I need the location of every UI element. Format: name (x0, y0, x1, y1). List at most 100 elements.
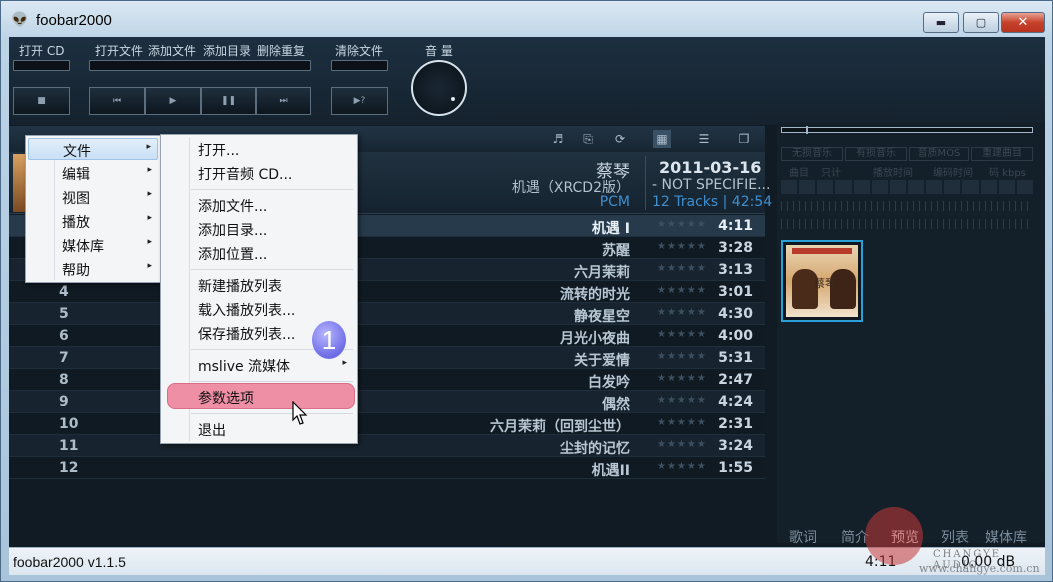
link-library[interactable]: 媒体库 (985, 527, 1027, 547)
export-icon[interactable]: ⎘ (579, 130, 597, 148)
track-row[interactable]: 10 六月茉莉（回到尘世） ★★★★★ 2:31 (9, 413, 765, 435)
next-button[interactable]: ⏭ (256, 87, 311, 115)
open-file-label[interactable]: 打开文件 (95, 42, 143, 59)
menu-item-label: 文件 (63, 144, 91, 160)
track-rating[interactable]: ★★★★★ (657, 373, 707, 384)
track-number: 9 (59, 394, 69, 410)
status-version: foobar2000 v1.1.5 (13, 554, 126, 570)
add-file-label[interactable]: 添加文件 (148, 42, 196, 59)
track-row[interactable]: 12 机遇II ★★★★★ 1:55 (9, 457, 765, 479)
menu-exit[interactable]: 退出 (163, 417, 355, 441)
track-rating[interactable]: ★★★★★ (657, 263, 707, 274)
track-rating[interactable]: ★★★★★ (657, 395, 707, 406)
album-art[interactable]: 蔡琴 (781, 240, 863, 322)
clear-files-label[interactable]: 清除文件 (335, 42, 383, 59)
track-rating[interactable]: ★★★★★ (657, 351, 707, 362)
file-submenu: 打开... 打开音频 CD... 添加文件... 添加目录... 添加位置...… (160, 134, 358, 444)
track-rating[interactable]: ★★★★★ (657, 307, 707, 318)
link-intro[interactable]: 简介 (841, 527, 869, 547)
link-lyrics[interactable]: 歌词 (789, 527, 817, 547)
track-rating[interactable]: ★★★★★ (657, 329, 707, 340)
track-rating[interactable]: ★★★★★ (657, 285, 707, 296)
track-rating[interactable]: ★★★★★ (657, 439, 707, 450)
minimize-button[interactable]: ▬ (923, 12, 959, 33)
track-title: 流转的时光 (560, 287, 630, 303)
add-dir-label[interactable]: 添加目录 (203, 42, 251, 59)
track-row[interactable]: 8 白发吟 ★★★★★ 2:47 (9, 369, 765, 391)
open-cd-slot[interactable] (13, 60, 70, 71)
track-row[interactable]: 11 尘封的记忆 ★★★★★ 3:24 (9, 435, 765, 457)
refresh-icon[interactable]: ⟳ (611, 130, 629, 148)
menu-separator (191, 381, 353, 382)
close-button[interactable]: ✕ (1001, 12, 1045, 33)
track-title: 静夜星空 (574, 309, 630, 325)
track-title: 关于爱情 (574, 353, 630, 369)
window-view-icon[interactable]: ❐ (735, 130, 753, 148)
track-row[interactable]: 4 流转的时光 ★★★★★ 3:01 (9, 281, 765, 303)
music-note-icon[interactable]: ♬ (549, 130, 567, 148)
seek-bar[interactable] (781, 126, 1033, 134)
link-preview[interactable]: 预览 (891, 527, 919, 547)
file-ops-slot[interactable] (89, 60, 311, 71)
stop-button[interactable]: ■ (13, 87, 70, 115)
track-row[interactable]: 6 月光小夜曲 ★★★★★ 4:00 (9, 325, 765, 347)
open-cd-label[interactable]: 打开 CD (19, 42, 64, 59)
menu-item[interactable]: 媒体库 ▸ (28, 234, 158, 256)
main-context-menu: 文件 ▸ 编辑 ▸ 视图 ▸ 播放 ▸ 媒体库 ▸ 帮助 ▸ (25, 135, 161, 283)
right-panel-grid (781, 180, 1033, 194)
grid-view-icon[interactable]: ▦ (653, 130, 671, 148)
volume-label: 音 量 (425, 44, 453, 58)
menu-separator (191, 269, 353, 270)
track-rating[interactable]: ★★★★★ (657, 219, 707, 230)
rp-tab[interactable]: 有损音乐 (845, 147, 907, 161)
foobar-window: 👽 foobar2000 ▬ ▢ ✕ 打开 CD 打开文件 添加文件 添加目录 … (0, 0, 1053, 582)
rp-tab[interactable]: 无损音乐 (781, 147, 843, 161)
prev-button[interactable]: ⏮ (89, 87, 145, 115)
menu-add-dir[interactable]: 添加目录... (163, 217, 355, 241)
track-number: 7 (59, 350, 69, 366)
menu-open[interactable]: 打开... (163, 137, 355, 161)
track-rating[interactable]: ★★★★★ (657, 417, 707, 428)
title-bar[interactable]: 👽 foobar2000 ▬ ▢ ✕ (1, 1, 1052, 37)
menu-preferences[interactable]: 参数选项 (167, 383, 355, 409)
track-length: 5:31 (718, 350, 753, 366)
rp-tab[interactable]: 音质MOS (909, 147, 969, 161)
play-button[interactable]: ▶ (145, 87, 201, 115)
pause-button[interactable]: ❚❚ (201, 87, 256, 115)
submenu-arrow-icon: ▸ (146, 142, 151, 152)
track-number: 12 (59, 460, 79, 476)
menu-item-label: 视图 (62, 191, 90, 207)
clear-slot[interactable] (331, 60, 388, 71)
rp-col: 只计 (821, 168, 841, 179)
track-row[interactable]: 5 静夜星空 ★★★★★ 4:30 (9, 303, 765, 325)
menu-add-file[interactable]: 添加文件... (163, 193, 355, 217)
menu-load-playlist[interactable]: 载入播放列表... (163, 297, 355, 321)
track-rating[interactable]: ★★★★★ (657, 461, 707, 472)
track-count: 12 Tracks | 42:54 (652, 194, 773, 210)
track-rating[interactable]: ★★★★★ (657, 241, 707, 252)
foobar-alien-icon[interactable]: 👽 (11, 12, 29, 28)
menu-item-label: 编辑 (62, 167, 90, 183)
track-length: 3:13 (718, 262, 753, 278)
track-row[interactable]: 7 关于爱情 ★★★★★ 5:31 (9, 347, 765, 369)
menu-item[interactable]: 视图 ▸ (28, 186, 158, 208)
menu-item[interactable]: 帮助 ▸ (28, 258, 158, 280)
track-title: 机遇 I (591, 221, 630, 237)
remove-dup-label[interactable]: 删除重复 (257, 42, 305, 59)
rp-tab[interactable]: 重建曲目 (971, 147, 1033, 161)
album-date: 2011-03-16 (659, 158, 762, 177)
seek-thumb[interactable] (806, 126, 808, 134)
maximize-button[interactable]: ▢ (963, 12, 999, 33)
menu-item[interactable]: 文件 ▸ (28, 138, 158, 160)
menu-item[interactable]: 编辑 ▸ (28, 162, 158, 184)
menu-item[interactable]: 播放 ▸ (28, 210, 158, 232)
track-row[interactable]: 9 偶然 ★★★★★ 4:24 (9, 391, 765, 413)
random-button[interactable]: ▶? (331, 87, 388, 115)
volume-knob[interactable] (411, 60, 467, 116)
menu-add-location[interactable]: 添加位置... (163, 241, 355, 265)
link-list[interactable]: 列表 (941, 527, 969, 547)
menu-open-cd[interactable]: 打开音频 CD... (163, 161, 355, 185)
menu-new-playlist[interactable]: 新建播放列表 (163, 273, 355, 297)
track-title: 偶然 (602, 397, 630, 413)
list-view-icon[interactable]: ☰ (695, 130, 713, 148)
